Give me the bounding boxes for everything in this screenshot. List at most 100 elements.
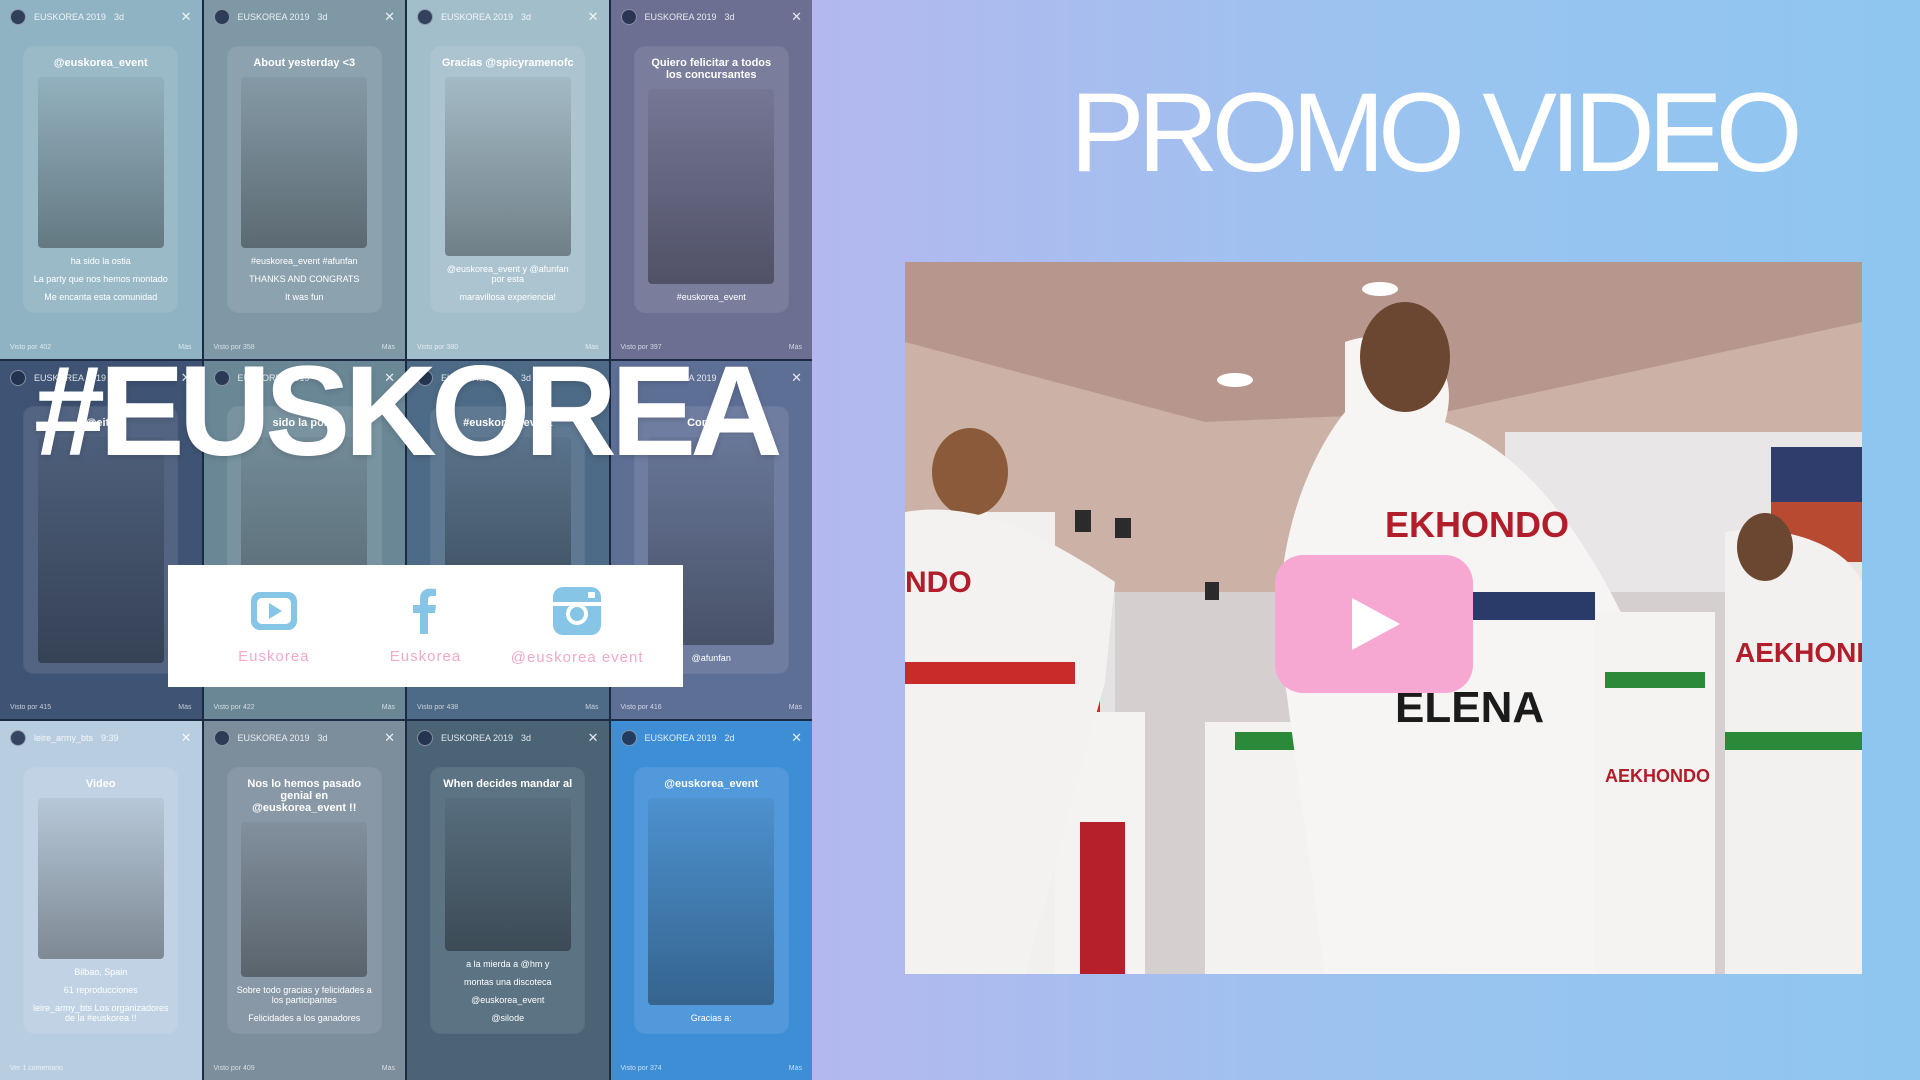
story-account: EUSKOREA 2019 xyxy=(441,733,514,744)
story-text: Gracias @spicyramenofc xyxy=(441,56,574,69)
story-header: EUSKOREA 2019 3d ✕ xyxy=(407,0,609,34)
avatar xyxy=(620,730,637,747)
play-button[interactable] xyxy=(1275,555,1473,693)
story-tile: EUSKOREA 2019 2d ✕ @euskorea_event Gracia… xyxy=(610,721,813,1080)
story-card: When decides mandar al a la mierda a @hm … xyxy=(431,767,585,1034)
social-instagram[interactable]: @euskorea event xyxy=(507,585,647,668)
story-text: @euskorea_event y @afunfan por esta xyxy=(446,264,569,285)
story-footer: Visto por 438 Más xyxy=(417,704,599,711)
story-text: @euskorea_event xyxy=(664,777,759,790)
close-icon: ✕ xyxy=(791,730,802,746)
story-card: @euskorea_eventha sido la ostia La party … xyxy=(24,46,178,313)
story-more: Más xyxy=(381,704,395,712)
story-header: EUSKOREA 2019 3d ✕ xyxy=(611,0,813,34)
story-text: Gracias a: xyxy=(690,1013,732,1024)
close-icon: ✕ xyxy=(587,9,599,24)
story-text: @silode xyxy=(491,1013,525,1024)
story-age: 3d xyxy=(317,733,328,744)
story-account: EUSKOREA 2019 xyxy=(237,733,310,744)
story-footer: Visto por 416 Más xyxy=(621,704,803,711)
story-collage: EUSKOREA 2019 3d ✕ @euskorea_eventha sid… xyxy=(0,0,812,1080)
story-text: maravillosa experiencia! xyxy=(459,292,557,303)
story-card: About yesterday <3 #euskorea_event #afunf… xyxy=(227,46,381,313)
story-text: ha sido la ostia xyxy=(70,256,131,267)
story-more: Más xyxy=(788,1064,802,1072)
story-header: EUSKOREA 2019 3d ✕ xyxy=(204,721,406,755)
story-text: It was fun xyxy=(284,292,324,303)
story-card: Quiero felicitar a todos los concursante… xyxy=(634,46,788,313)
story-card: Nos lo hemos pasado genial en @euskorea_… xyxy=(227,767,381,1034)
avatar xyxy=(10,730,26,747)
promo-title: PROMO VIDEO xyxy=(1070,70,1803,195)
story-views: Visto por 409 xyxy=(213,1064,255,1072)
story-age: 3d xyxy=(114,12,125,22)
story-text: Bilbao, Spain xyxy=(74,967,128,978)
story-text: montas una discoteca xyxy=(463,977,552,988)
story-text: THANKS AND CONGRATS xyxy=(249,274,360,285)
story-age: 3d xyxy=(317,12,328,22)
close-icon: ✕ xyxy=(180,730,192,746)
story-more: Más xyxy=(585,704,599,712)
story-tile: leire_army_bts 9:39 ✕ Video Bilbao, Spain… xyxy=(0,721,202,1080)
social-facebook[interactable]: Euskorea xyxy=(355,586,495,667)
story-text: leire_army_bts Los organizadores de la #… xyxy=(32,1003,169,1024)
instagram-icon xyxy=(553,586,602,635)
story-text: Me encanta esta comunidad xyxy=(44,292,158,303)
close-icon: ✕ xyxy=(384,730,395,746)
social-youtube[interactable]: Euskorea xyxy=(204,586,344,667)
story-views: Visto por 416 xyxy=(620,704,662,712)
story-views: Visto por 422 xyxy=(213,704,255,712)
story-card: Video Bilbao, Spain 61 reproducciones leire… xyxy=(24,767,178,1034)
play-icon xyxy=(1352,598,1400,650)
story-text: Sobre todo gracias y felicidades a los p… xyxy=(236,985,372,1006)
story-views: Ver 1 comentario xyxy=(10,1064,63,1072)
story-age: 2d xyxy=(724,733,735,744)
story-views: Visto por 374 xyxy=(620,1064,662,1072)
story-tile: EUSKOREA 2019 3d ✕ Gracias @spicyramenof… xyxy=(407,0,609,359)
story-account: EUSKOREA 2019 xyxy=(644,733,717,744)
hashtag-title: #EUSKOREA xyxy=(34,340,783,483)
avatar xyxy=(417,730,433,747)
close-icon: ✕ xyxy=(384,9,395,24)
video-player[interactable]: EKHONDO ELENA AEKHONDO AEKHONDO NDO xyxy=(905,262,1862,974)
story-account: EUSKOREA 2019 xyxy=(644,12,717,22)
story-age: 3d xyxy=(724,12,735,22)
close-icon: ✕ xyxy=(587,730,599,746)
story-more: Más xyxy=(788,704,802,712)
facebook-icon xyxy=(413,588,437,634)
story-photo xyxy=(648,797,775,1006)
story-tile: EUSKOREA 2019 3d ✕ Nos lo hemos pasado g… xyxy=(203,721,406,1080)
story-header: EUSKOREA 2019 3d ✕ xyxy=(0,0,202,34)
story-card: @euskorea_event Gracias a: xyxy=(634,767,788,1034)
story-photo xyxy=(444,797,571,952)
close-icon: ✕ xyxy=(791,369,802,385)
uniform-text: AEKHONDO xyxy=(1605,766,1710,786)
story-tile: EUSKOREA 2019 3d ✕ @euskorea_eventha sid… xyxy=(0,0,202,359)
story-text: Nos lo hemos pasado genial en @euskorea_… xyxy=(247,777,362,814)
story-card: Gracias @spicyramenofc @euskorea_event y … xyxy=(431,46,585,313)
story-account: EUSKOREA 2019 xyxy=(237,12,310,22)
story-footer: Ver 1 comentario xyxy=(10,1065,192,1072)
uniform-text: AEKHONDO xyxy=(1735,637,1862,668)
story-text: @afunfan xyxy=(691,652,731,663)
story-views: Visto por 438 xyxy=(417,704,459,712)
story-header: EUSKOREA 2019 3d ✕ xyxy=(204,0,406,34)
story-header: leire_army_bts 9:39 ✕ xyxy=(0,721,202,755)
social-label: Euskorea xyxy=(389,647,462,665)
story-more: Más xyxy=(788,343,802,351)
story-header: EUSKOREA 2019 2d ✕ xyxy=(611,721,813,755)
story-photo xyxy=(648,88,775,285)
uniform-text: NDO xyxy=(905,566,972,599)
story-text: @euskorea_event xyxy=(53,56,148,69)
story-photo xyxy=(37,797,164,960)
avatar xyxy=(213,730,230,747)
story-footer: Visto por 374 Más xyxy=(621,1065,803,1072)
story-tile: EUSKOREA 2019 3d ✕ When decides mandar a… xyxy=(407,721,609,1080)
avatar xyxy=(213,9,230,25)
story-photo xyxy=(37,76,164,249)
story-footer: Visto por 422 Más xyxy=(214,704,396,711)
story-text: La party que nos hemos montado xyxy=(33,274,168,285)
story-account: leire_army_bts xyxy=(34,733,94,744)
close-icon: ✕ xyxy=(791,9,802,24)
story-tile: EUSKOREA 2019 3d ✕ Quiero felicitar a to… xyxy=(610,0,813,359)
